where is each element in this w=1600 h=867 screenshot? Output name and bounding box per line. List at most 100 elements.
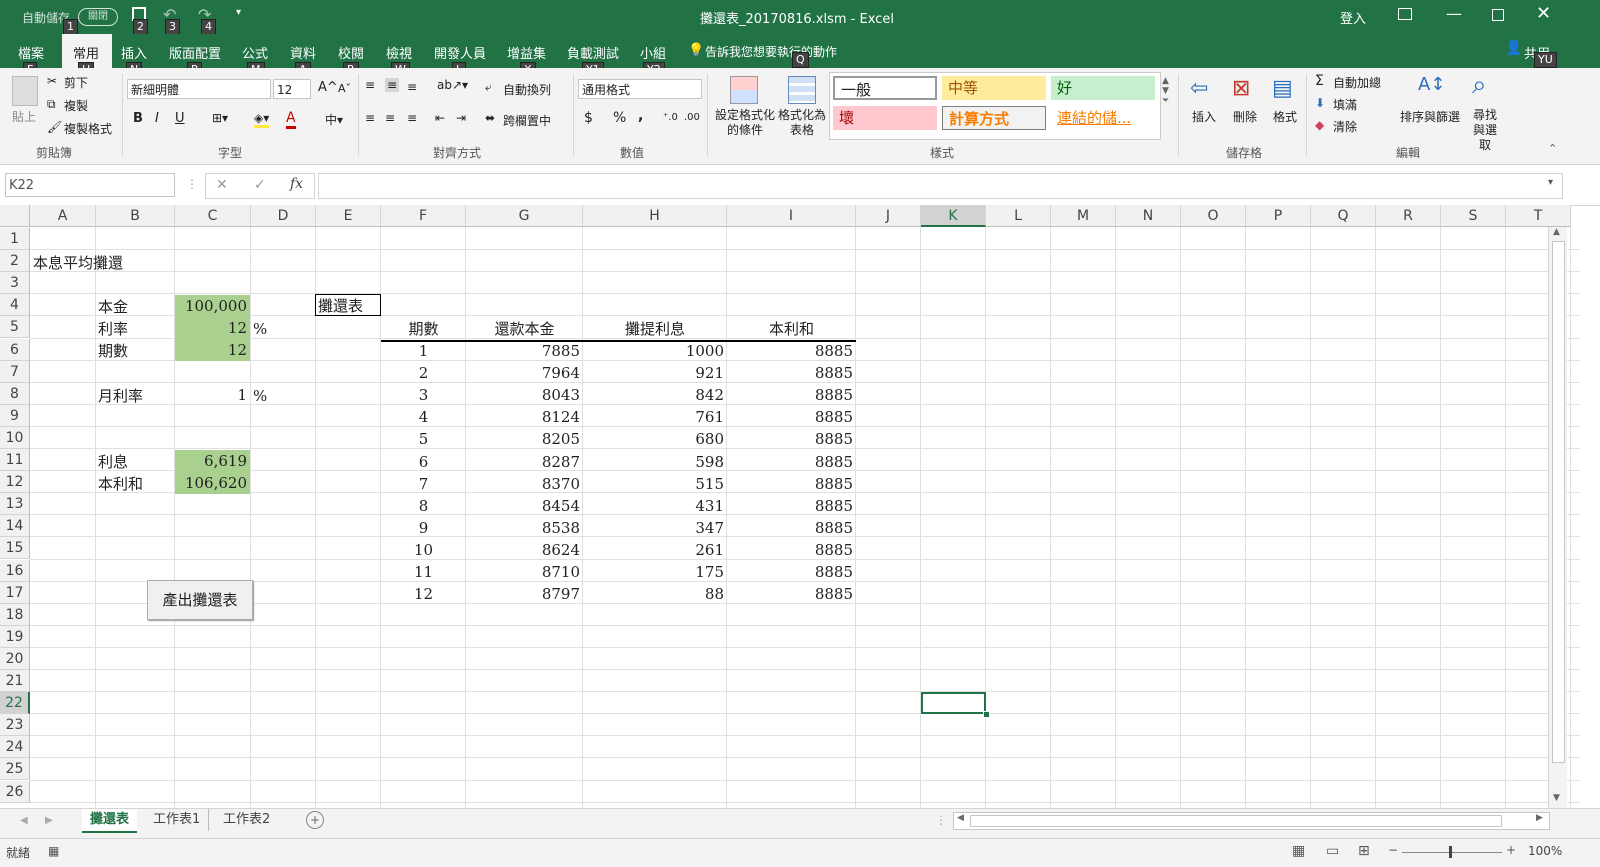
scroll-left-icon[interactable]: ◀ bbox=[957, 813, 964, 823]
tell-me-search[interactable]: 告訴我您想要執行的動作 bbox=[705, 43, 837, 60]
amortization-cell-interest[interactable]: 921 bbox=[583, 362, 727, 384]
cell-table-title[interactable]: 攤還表 bbox=[315, 294, 381, 316]
column-header[interactable]: H bbox=[583, 205, 727, 227]
amortization-cell-period[interactable]: 1 bbox=[381, 340, 466, 362]
style-calculation[interactable]: 計算方式 bbox=[942, 106, 1046, 130]
cell-rate-label[interactable]: 利率 bbox=[98, 318, 128, 340]
find-select-icon[interactable]: ⌕ bbox=[1472, 70, 1487, 101]
zoom-slider-thumb[interactable] bbox=[1449, 846, 1452, 858]
column-header[interactable]: Q bbox=[1311, 205, 1376, 227]
amortization-cell-principal[interactable]: 8538 bbox=[466, 517, 583, 539]
copy-icon[interactable]: ⧉ bbox=[47, 97, 56, 112]
cell-title[interactable]: 本息平均攤還 bbox=[33, 252, 123, 274]
tab-view[interactable]: 檢視 bbox=[386, 43, 412, 62]
amortization-cell-total[interactable]: 8885 bbox=[727, 473, 856, 495]
header-principal[interactable]: 還款本金 bbox=[466, 318, 583, 340]
increase-indent-icon[interactable]: ⇥ bbox=[456, 111, 466, 125]
column-header[interactable]: S bbox=[1441, 205, 1506, 227]
scroll-down-icon[interactable]: ▼ bbox=[1553, 793, 1560, 803]
row-header[interactable]: 23 bbox=[0, 714, 30, 737]
autosave-toggle[interactable]: 關閉 bbox=[78, 8, 118, 26]
find-select-button[interactable]: 尋找與選取 bbox=[1468, 108, 1502, 153]
row-header[interactable]: 11 bbox=[0, 449, 30, 472]
increase-decimal-icon[interactable]: ⁺.0 bbox=[663, 112, 678, 123]
amortization-cell-total[interactable]: 8885 bbox=[727, 517, 856, 539]
cell-periods-label[interactable]: 期數 bbox=[98, 340, 128, 362]
amortization-cell-interest[interactable]: 431 bbox=[583, 495, 727, 517]
amortization-cell-period[interactable]: 6 bbox=[381, 451, 466, 473]
amortization-cell-period[interactable]: 7 bbox=[381, 473, 466, 495]
sheet-tab[interactable]: 工作表1 bbox=[145, 809, 210, 831]
row-header[interactable]: 3 bbox=[0, 272, 30, 295]
column-header[interactable]: T bbox=[1506, 205, 1571, 227]
amortization-cell-interest[interactable]: 680 bbox=[583, 428, 727, 450]
row-header[interactable]: 16 bbox=[0, 559, 30, 582]
row-header[interactable]: 4 bbox=[0, 294, 30, 317]
row-header[interactable]: 18 bbox=[0, 603, 30, 626]
prev-sheet-icon[interactable]: ◀ bbox=[20, 815, 28, 826]
column-header[interactable]: A bbox=[30, 205, 96, 227]
sheet-tab-active[interactable]: 攤還表 bbox=[82, 809, 138, 833]
amortization-cell-total[interactable]: 8885 bbox=[727, 539, 856, 561]
macro-record-icon[interactable]: ▦ bbox=[48, 844, 59, 858]
cut-icon[interactable]: ✂ bbox=[47, 74, 57, 88]
customize-qat-icon[interactable]: ▾ bbox=[236, 7, 241, 18]
cell-monthly-rate-label[interactable]: 月利率 bbox=[98, 385, 143, 407]
format-painter-button[interactable]: 複製格式 bbox=[64, 120, 112, 137]
align-left-icon[interactable]: ≡ bbox=[365, 111, 375, 125]
row-header[interactable]: 24 bbox=[0, 736, 30, 759]
vertical-scroll-thumb[interactable] bbox=[1552, 241, 1565, 763]
generate-schedule-button[interactable]: 產出攤還表 bbox=[147, 580, 253, 620]
column-header[interactable]: O bbox=[1181, 205, 1246, 227]
amortization-cell-principal[interactable]: 7964 bbox=[466, 362, 583, 384]
amortization-cell-period[interactable]: 5 bbox=[381, 428, 466, 450]
close-icon[interactable]: ✕ bbox=[1536, 3, 1551, 24]
tab-page-layout[interactable]: 版面配置 bbox=[169, 43, 221, 62]
paste-button[interactable]: 貼上 bbox=[12, 108, 36, 125]
cell-interest[interactable]: 6,619 bbox=[175, 450, 250, 472]
amortization-cell-total[interactable]: 8885 bbox=[727, 384, 856, 406]
header-interest[interactable]: 攤提利息 bbox=[583, 318, 727, 340]
autosum-icon[interactable]: Σ bbox=[1315, 73, 1324, 89]
sort-filter-icon[interactable]: A↕ bbox=[1418, 74, 1445, 95]
bold-button[interactable]: B bbox=[133, 111, 143, 126]
column-header[interactable]: P bbox=[1246, 205, 1311, 227]
column-header[interactable]: M bbox=[1051, 205, 1116, 227]
format-as-table-icon[interactable] bbox=[788, 76, 816, 104]
amortization-cell-interest[interactable]: 842 bbox=[583, 384, 727, 406]
align-middle-icon[interactable]: ≡ bbox=[385, 78, 400, 92]
comma-button[interactable]: , bbox=[638, 108, 643, 124]
amortization-cell-interest[interactable]: 515 bbox=[583, 473, 727, 495]
insert-function-button[interactable]: fx bbox=[290, 176, 303, 192]
amortization-cell-principal[interactable]: 8287 bbox=[466, 451, 583, 473]
page-layout-view-icon[interactable]: ▭ bbox=[1326, 843, 1339, 859]
amortization-cell-principal[interactable]: 8797 bbox=[466, 583, 583, 605]
page-break-view-icon[interactable]: ⊞ bbox=[1358, 843, 1370, 859]
format-as-table-button[interactable]: 格式化為表格 bbox=[778, 108, 826, 138]
autosum-button[interactable]: 自動加總 bbox=[1333, 74, 1381, 91]
add-sheet-icon[interactable]: + bbox=[306, 811, 324, 829]
borders-icon[interactable]: ⊞▾ bbox=[212, 111, 228, 125]
expand-formula-icon[interactable]: ▾ bbox=[1548, 177, 1553, 188]
amortization-cell-total[interactable]: 8885 bbox=[727, 495, 856, 517]
amortization-cell-period[interactable]: 3 bbox=[381, 384, 466, 406]
column-header[interactable]: I bbox=[727, 205, 856, 227]
format-painter-icon[interactable]: 🖌 bbox=[47, 120, 62, 134]
sheet-tab[interactable]: 工作表2 bbox=[215, 809, 278, 831]
tab-team[interactable]: 小組 bbox=[640, 43, 666, 62]
row-header[interactable]: 17 bbox=[0, 581, 30, 604]
cell-principal-label[interactable]: 本金 bbox=[98, 296, 128, 318]
row-header[interactable]: 19 bbox=[0, 625, 30, 648]
tab-insert[interactable]: 插入 bbox=[121, 43, 147, 62]
amortization-cell-period[interactable]: 12 bbox=[381, 583, 466, 605]
font-color-icon[interactable]: A bbox=[286, 110, 296, 129]
column-header[interactable]: J bbox=[856, 205, 921, 227]
fill-color-icon[interactable]: ◈▾ bbox=[254, 111, 270, 128]
column-header[interactable]: D bbox=[251, 205, 316, 227]
fill-icon[interactable]: ⬇ bbox=[1315, 96, 1325, 110]
amortization-cell-principal[interactable]: 8454 bbox=[466, 495, 583, 517]
amortization-cell-principal[interactable]: 8710 bbox=[466, 561, 583, 583]
row-header[interactable]: 6 bbox=[0, 338, 30, 361]
column-header[interactable]: L bbox=[986, 205, 1051, 227]
amortization-cell-period[interactable]: 10 bbox=[381, 539, 466, 561]
